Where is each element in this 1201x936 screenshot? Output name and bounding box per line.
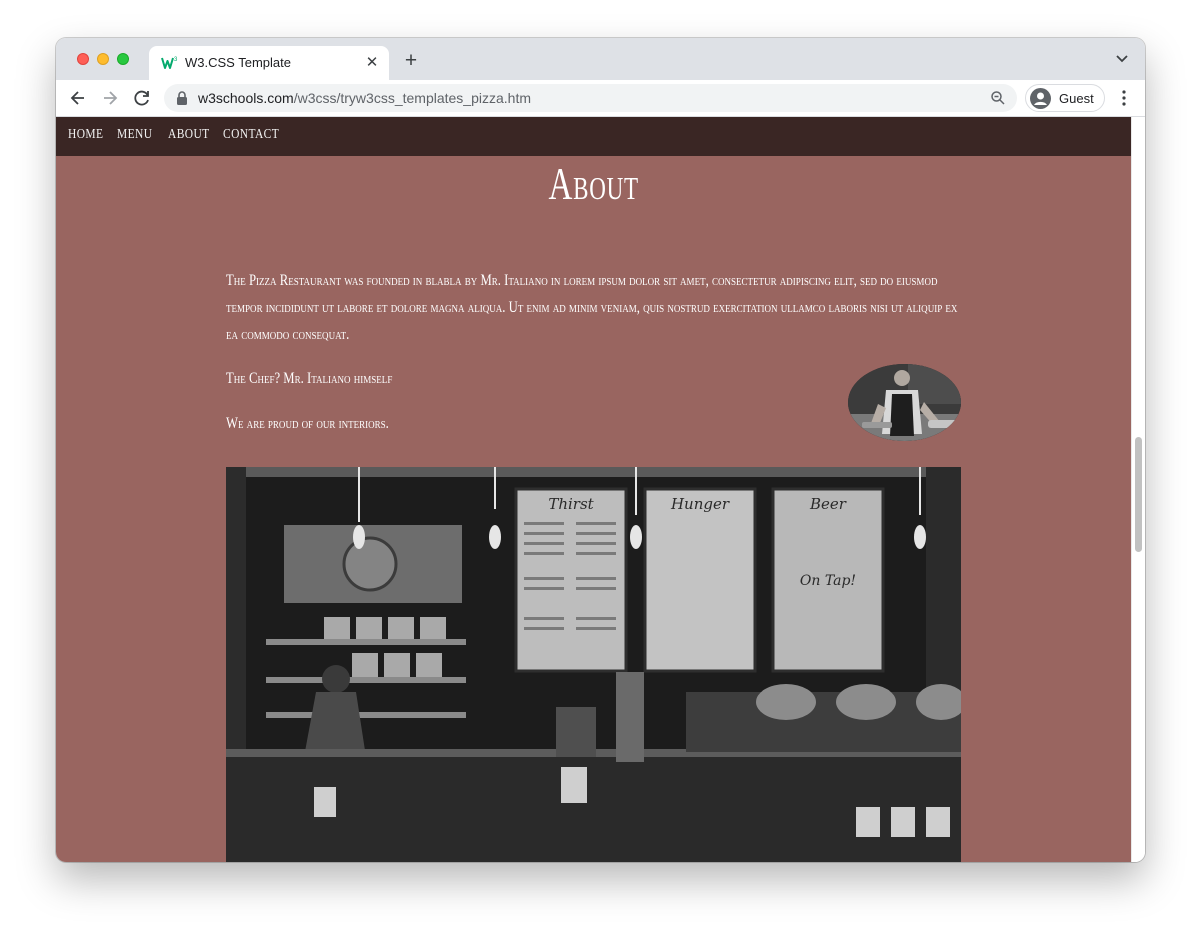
svg-text:3: 3 (174, 57, 178, 63)
nav-menu[interactable]: MENU (117, 127, 152, 143)
w3schools-favicon: 3 (161, 57, 178, 69)
url-host: w3schools.com (198, 90, 294, 106)
zoom-icon[interactable] (990, 90, 1006, 106)
lock-icon (177, 91, 187, 105)
window-close-button[interactable] (77, 53, 89, 65)
chef-illustration (848, 364, 961, 441)
profile-label: Guest (1059, 91, 1094, 106)
close-icon[interactable]: ✕ (363, 54, 381, 72)
window-maximize-button[interactable] (117, 53, 129, 65)
profile-button[interactable]: Guest (1025, 84, 1105, 112)
avatar-icon (1030, 88, 1051, 109)
back-arrow-icon[interactable] (68, 88, 88, 108)
board-on-tap: On Tap! (800, 573, 856, 589)
tab-strip: 3 W3.CSS Template ✕ + (56, 38, 1145, 80)
page-title: About (56, 157, 1131, 210)
board-hunger: Hunger (670, 495, 730, 513)
intro-paragraph: The Pizza Restaurant was founded in blab… (226, 272, 958, 343)
board-beer: Beer (809, 495, 847, 513)
site-nav: HOME MENU ABOUT CONTACT (56, 117, 1131, 156)
forward-arrow-icon[interactable] (100, 88, 120, 108)
chevron-down-icon[interactable] (1114, 53, 1130, 65)
tab-title: W3.CSS Template (185, 55, 291, 70)
browser-toolbar: w3schools.com/w3css/tryw3css_templates_p… (56, 80, 1145, 117)
nav-about[interactable]: ABOUT (168, 127, 210, 143)
page-viewport: HOME MENU ABOUT CONTACT About The Pizza … (56, 117, 1131, 862)
url-path: /w3css/tryw3css_templates_pizza.htm (293, 90, 532, 106)
url-text: w3schools.com/w3css/tryw3css_templates_p… (198, 90, 531, 106)
interior-photo: Thirst Hunger Beer On Tap! (226, 467, 961, 862)
window-minimize-button[interactable] (97, 53, 109, 65)
page-scrollbar[interactable] (1131, 117, 1145, 862)
address-bar[interactable]: w3schools.com/w3css/tryw3css_templates_p… (164, 84, 1017, 112)
reload-icon[interactable] (132, 88, 152, 108)
interior-illustration: Thirst Hunger Beer On Tap! (226, 467, 961, 862)
scrollbar-thumb[interactable] (1135, 437, 1142, 552)
kebab-menu-icon[interactable] (1116, 88, 1132, 108)
nav-contact[interactable]: CONTACT (223, 127, 279, 143)
browser-window: 3 W3.CSS Template ✕ + w3schools.com/w3cs… (56, 38, 1145, 862)
plus-icon[interactable]: + (400, 50, 422, 72)
tab-w3css-template[interactable]: 3 W3.CSS Template ✕ (149, 46, 389, 80)
nav-home[interactable]: HOME (68, 127, 103, 143)
chef-photo (848, 364, 961, 441)
interiors-line: We are proud of our interiors. (226, 415, 389, 432)
board-thirst: Thirst (548, 495, 594, 513)
chef-line: The Chef? Mr. Italiano himself (226, 370, 393, 387)
page-title-text: About (548, 158, 639, 209)
